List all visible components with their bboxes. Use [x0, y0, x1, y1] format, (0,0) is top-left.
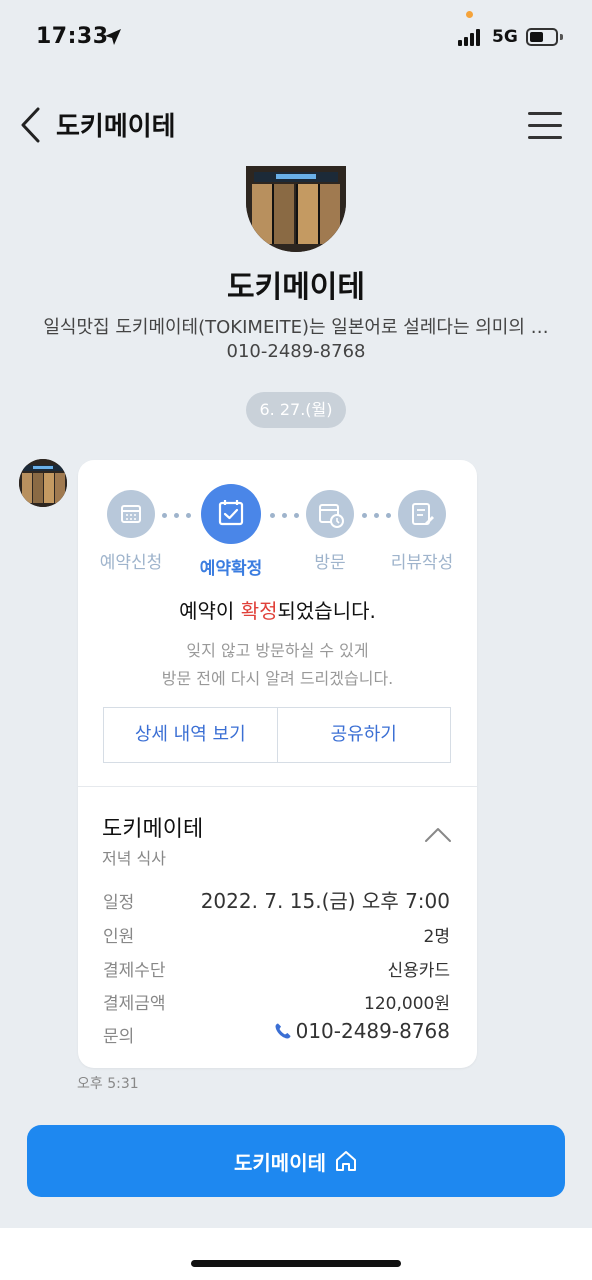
step-label: 예약확정 [199, 559, 263, 579]
row-label-amount: 결제금액 [103, 994, 166, 1014]
confirm-title: 예약이 확정되었습니다. [78, 595, 477, 624]
row-label-people: 인원 [103, 927, 135, 947]
confirm-highlight: 확정 [240, 599, 278, 623]
confirm-text-pre: 예약이 [179, 599, 241, 623]
step-confirmed: 예약확정 [186, 484, 276, 579]
row-label-payment-method: 결제수단 [103, 961, 166, 981]
battery-tip [560, 34, 563, 40]
hamburger-menu-icon[interactable] [528, 110, 564, 140]
detail-store-name: 도키메이테 [102, 817, 204, 842]
chevron-up-icon[interactable] [424, 826, 452, 844]
date-divider: 6. 27.(월) [246, 392, 346, 428]
row-value-people: 2명 [423, 927, 450, 947]
row-label-schedule: 일정 [103, 893, 135, 913]
view-details-button[interactable]: 상세 내역 보기 [104, 708, 277, 762]
home-icon [336, 1151, 356, 1171]
calendar-icon [107, 490, 155, 538]
contact-phone-link[interactable]: 010-2489-8768 [274, 1019, 450, 1043]
step-visit: 방문 [285, 490, 375, 573]
header-title: 도키메이테 [56, 112, 176, 142]
card-divider [78, 786, 477, 787]
store-home-label: 도키메이테 [234, 1150, 326, 1175]
back-chevron-icon[interactable] [18, 106, 44, 144]
contact-phone-value: 010-2489-8768 [295, 1019, 450, 1043]
status-time: 17:33 [36, 24, 109, 49]
message-time: 오후 5:31 [77, 1076, 139, 1092]
step-request: 예약신청 [86, 490, 176, 573]
status-bar: 17:33 5G [0, 0, 592, 76]
battery-icon [526, 28, 558, 46]
row-value-amount: 120,000원 [364, 994, 450, 1014]
signal-icon [458, 29, 484, 46]
calendar-check-icon [201, 484, 261, 544]
home-indicator[interactable] [191, 1260, 401, 1267]
privacy-indicator [466, 11, 473, 18]
step-label: 리뷰작성 [390, 553, 454, 573]
chat-avatar [19, 459, 67, 507]
phone-icon [275, 1023, 291, 1039]
store-profile-photo [246, 166, 346, 252]
step-label: 예약신청 [99, 553, 163, 573]
calendar-clock-icon [306, 490, 354, 538]
bottom-safe-area [0, 1228, 592, 1280]
edit-note-icon [398, 490, 446, 538]
step-review: 리뷰작성 [377, 490, 467, 573]
row-value-payment-method: 신용카드 [387, 961, 450, 981]
detail-meal-type: 저녁 식사 [102, 849, 166, 868]
row-value-schedule: 2022. 7. 15.(금) 오후 7:00 [200, 889, 450, 913]
store-home-button[interactable]: 도키메이테 [27, 1125, 565, 1197]
store-phone[interactable]: 010-2489-8768 [0, 341, 592, 362]
store-description: 일식맛집 도키메이테(TOKIMEITE)는 일본어로 설레다는 의미의 … [43, 317, 549, 338]
confirm-sub-line1: 잊지 않고 방문하실 수 있게 [186, 641, 369, 660]
step-label: 방문 [314, 553, 346, 573]
confirm-text-post: 되었습니다. [277, 599, 376, 623]
location-arrow-icon [105, 29, 121, 45]
confirm-sub-line2: 방문 전에 다시 알려 드리겠습니다. [161, 669, 394, 688]
card-action-buttons: 상세 내역 보기 공유하기 [103, 707, 451, 763]
network-label: 5G [492, 27, 518, 47]
store-name: 도키메이테 [227, 270, 365, 305]
share-button[interactable]: 공유하기 [276, 708, 451, 762]
row-label-contact: 문의 [103, 1027, 135, 1047]
